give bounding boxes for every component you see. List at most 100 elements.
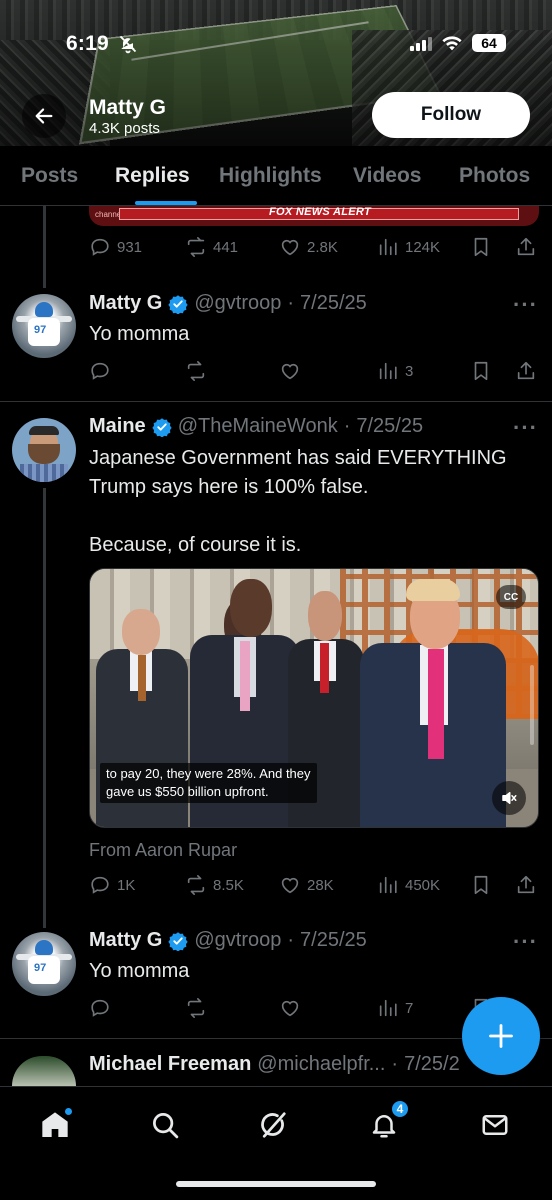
repost-button[interactable] — [185, 360, 207, 382]
tab-highlights[interactable]: Highlights — [219, 164, 322, 188]
views-button[interactable]: 450K — [377, 874, 440, 896]
bookmark-icon — [470, 360, 492, 382]
like-button[interactable] — [279, 997, 301, 1019]
heart-icon — [279, 997, 301, 1019]
speaker-muted-icon — [500, 789, 518, 807]
plus-icon — [487, 1022, 515, 1050]
cellular-signal-icon — [410, 35, 432, 51]
nav-home[interactable] — [37, 1107, 73, 1143]
share-button[interactable] — [515, 360, 537, 382]
more-options-button[interactable]: ··· — [513, 292, 538, 318]
post-text: Japanese Government has said EVERYTHING … — [89, 444, 539, 560]
status-time: 6:19 — [66, 32, 109, 56]
profile-post-count: 4.3K posts — [89, 120, 160, 137]
post-date[interactable]: 7/25/2 — [404, 1053, 460, 1076]
profile-name: Matty G — [89, 96, 166, 120]
post-author-name[interactable]: Michael Freeman — [89, 1053, 251, 1076]
bookmark-icon — [470, 236, 492, 258]
repost-icon — [185, 360, 207, 382]
tab-photos[interactable]: Photos — [459, 164, 530, 188]
like-button[interactable]: 28K — [279, 874, 334, 896]
like-button[interactable]: 2.8K — [279, 236, 338, 258]
video-attribution[interactable]: From Aaron Rupar — [89, 840, 237, 861]
reply-icon — [89, 874, 111, 896]
post-media-thumbnail[interactable]: channel FOX NEWS ALERT — [89, 206, 539, 226]
post-author-name[interactable]: Matty G — [89, 292, 162, 315]
post-handle[interactable]: @michaelpfr... — [257, 1053, 385, 1076]
views-chart-icon — [377, 997, 399, 1019]
views-button[interactable]: 3 — [377, 360, 413, 382]
avatar[interactable] — [12, 1056, 76, 1086]
follow-button[interactable]: Follow — [372, 92, 530, 138]
grok-icon — [258, 1110, 288, 1140]
thread-line — [43, 206, 46, 288]
repost-button[interactable] — [185, 997, 207, 1019]
bookmark-icon — [470, 874, 492, 896]
tab-posts[interactable]: Posts — [21, 164, 78, 188]
post-handle[interactable]: @gvtroop — [194, 929, 281, 952]
post-author-name[interactable]: Maine — [89, 415, 146, 438]
repost-icon — [185, 874, 207, 896]
post-actions: 1K 8.5K 28K 450K — [89, 874, 539, 898]
post-author-name[interactable]: Matty G — [89, 929, 162, 952]
post-handle[interactable]: @TheMaineWonk — [178, 415, 338, 438]
views-button[interactable]: 124K — [377, 236, 440, 258]
verified-badge-icon — [168, 294, 188, 314]
share-button[interactable] — [515, 874, 537, 896]
views-chart-icon — [377, 360, 399, 382]
home-indicator[interactable] — [176, 1181, 376, 1187]
reply-icon — [89, 997, 111, 1019]
nav-grok[interactable] — [255, 1107, 291, 1143]
compose-post-button[interactable] — [462, 997, 540, 1075]
post-divider — [0, 401, 552, 402]
video-caption: to pay 20, they were 28%. And they gave … — [100, 763, 317, 803]
post-handle[interactable]: @gvtroop — [194, 292, 281, 315]
mute-button[interactable] — [492, 781, 526, 815]
nav-notifications[interactable]: 4 — [366, 1107, 402, 1143]
video-scrubber[interactable] — [530, 665, 534, 745]
heart-icon — [279, 360, 301, 382]
tab-replies[interactable]: Replies — [115, 164, 190, 188]
post-date[interactable]: 7/25/25 — [356, 415, 423, 438]
nav-search[interactable] — [147, 1107, 183, 1143]
tab-videos[interactable]: Videos — [353, 164, 421, 188]
more-options-button[interactable]: ··· — [513, 929, 538, 955]
like-button[interactable] — [279, 360, 301, 382]
verified-badge-icon — [152, 417, 172, 437]
notifications-badge: 4 — [390, 1099, 410, 1119]
reply-button[interactable] — [89, 360, 111, 382]
post-date[interactable]: 7/25/25 — [300, 292, 367, 315]
views-chart-icon — [377, 874, 399, 896]
post-header: Michael Freeman @michaelpfr... · 7/25/2 — [89, 1053, 460, 1076]
reply-button[interactable] — [89, 997, 111, 1019]
avatar[interactable]: 97 — [12, 294, 76, 358]
post-text: Yo momma — [89, 320, 539, 349]
profile-tabs: Posts Replies Highlights Videos Photos — [0, 146, 552, 206]
heart-icon — [279, 236, 301, 258]
reply-button[interactable]: 1K — [89, 874, 135, 896]
status-icons: 64 — [410, 34, 506, 52]
repost-button[interactable]: 441 — [185, 236, 238, 258]
battery-indicator: 64 — [472, 34, 506, 52]
video-player[interactable]: CC to pay 20, they were 28%. And they ga… — [89, 568, 539, 828]
bookmark-button[interactable] — [470, 874, 492, 896]
share-icon — [515, 874, 537, 896]
closed-captions-button[interactable]: CC — [496, 585, 526, 609]
post-date[interactable]: 7/25/25 — [300, 929, 367, 952]
share-button[interactable] — [515, 236, 537, 258]
post-header: Matty G @gvtroop · 7/25/25 — [89, 292, 367, 315]
reply-icon — [89, 360, 111, 382]
avatar[interactable]: 97 — [12, 932, 76, 996]
bookmark-button[interactable] — [470, 236, 492, 258]
reply-button[interactable]: 931 — [89, 236, 142, 258]
arrow-left-icon — [33, 105, 55, 127]
post-actions: 3 — [89, 360, 539, 384]
search-icon — [150, 1110, 180, 1140]
views-button[interactable]: 7 — [377, 997, 413, 1019]
more-options-button[interactable]: ··· — [513, 415, 538, 441]
bookmark-button[interactable] — [470, 360, 492, 382]
nav-messages[interactable] — [477, 1107, 513, 1143]
back-button[interactable] — [22, 94, 66, 138]
avatar[interactable] — [12, 418, 76, 482]
repost-button[interactable]: 8.5K — [185, 874, 244, 896]
